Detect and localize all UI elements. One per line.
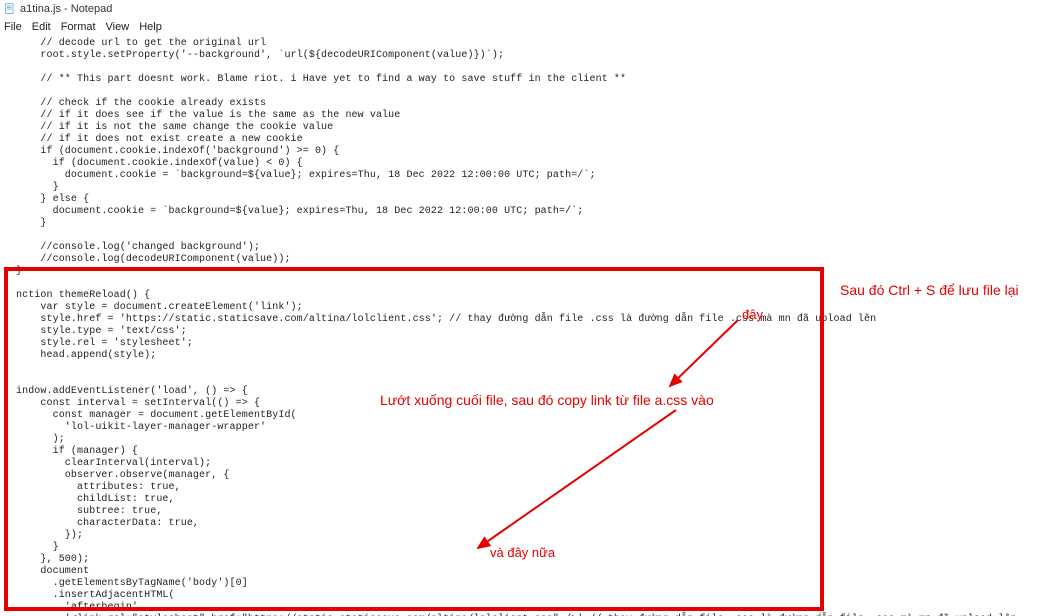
window-titlebar: a1tina.js - Notepad [0,0,1050,18]
annotation-and-here-label: và đây nữa [490,545,555,560]
annotation-here-label: đây [742,307,763,322]
menu-file[interactable]: File [4,21,22,33]
menu-help[interactable]: Help [139,21,162,33]
menu-format[interactable]: Format [61,21,96,33]
menu-edit[interactable]: Edit [32,21,51,33]
editor-textarea[interactable]: // decode url to get the original url ro… [0,36,1050,616]
menubar: File Edit Format View Help [0,18,1050,36]
annotation-save-instruction: Sau đó Ctrl + S để lưu file lại [840,282,1019,298]
notepad-app-icon [4,3,16,15]
window-title: a1tina.js - Notepad [20,3,112,15]
menu-view[interactable]: View [106,21,130,33]
annotation-scroll-instruction: Lướt xuống cuối file, sau đó copy link t… [380,392,714,408]
